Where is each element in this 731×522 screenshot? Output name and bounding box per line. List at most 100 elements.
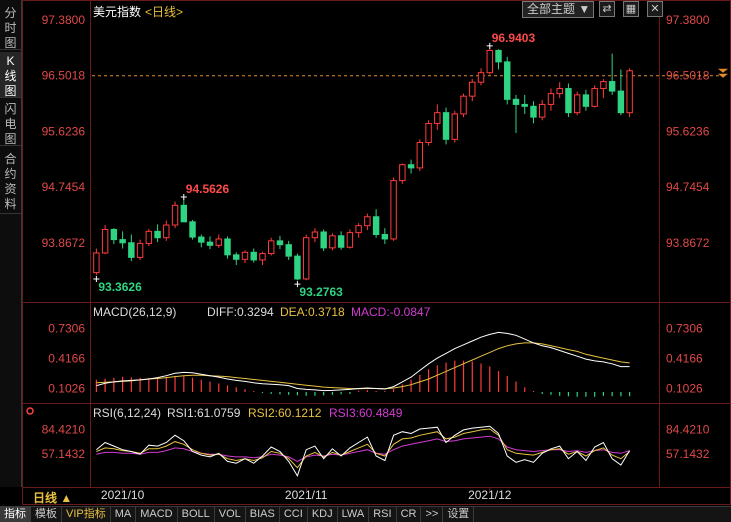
chart-canvas: 97.3800 96.5018 95.6236 94.7454 93.8672 97.3… [22, 0, 731, 505]
candle-up [364, 216, 371, 227]
left-tab-bar: 分时图 K线图 闪电图 合约资料 [0, 0, 22, 487]
candle-up [311, 231, 319, 239]
candle-up [425, 122, 432, 143]
rsi2-value: RSI2:60.1212 [248, 406, 322, 420]
candle-up [547, 93, 555, 105]
candle-down [233, 254, 240, 260]
candle-up [538, 103, 546, 118]
candle-down [180, 204, 188, 223]
extreme-value-label: 93.3626 [98, 280, 142, 294]
rsi1-value: RSI1:61.0759 [167, 406, 241, 420]
macd-axis-label: 0.1026 [48, 381, 85, 395]
x-axis-label: 2021/12 [468, 488, 512, 502]
candle-up [241, 251, 249, 260]
tab-cr[interactable]: CR [397, 507, 422, 522]
candle-down [128, 242, 135, 258]
candle-down [608, 81, 616, 92]
candle-up [390, 180, 397, 240]
candle-down [495, 49, 502, 63]
price-axis-label-right: 94.7454 [666, 180, 710, 194]
tab-contract-info[interactable]: 合约资料 [0, 150, 21, 214]
candle-up [477, 72, 485, 83]
candle-down [276, 240, 284, 246]
x-axis-label: 2021/11 [285, 488, 328, 502]
macd-axis-label: 0.7306 [48, 322, 85, 336]
price-axis-label: 96.5018 [42, 69, 86, 83]
candle-up [93, 252, 100, 274]
candle-up [145, 230, 153, 244]
tab-template[interactable]: 模板 [31, 507, 62, 522]
candle-up [171, 204, 179, 226]
macd-value: MACD:-0.0847 [351, 305, 431, 319]
extreme-value-label: 94.5626 [186, 182, 230, 196]
candle-up [259, 253, 266, 261]
rsi-axis-label: 84.4210 [42, 423, 86, 437]
close-icon[interactable]: ✕ [647, 1, 663, 17]
instrument-name: 美元指数 [93, 5, 142, 19]
indicator-settings-icon[interactable] [26, 407, 34, 415]
tab-indicator[interactable]: 指标 [0, 507, 31, 522]
tab-macd[interactable]: MACD [136, 507, 178, 522]
price-axis-label: 93.8672 [42, 236, 86, 250]
macd-axis-label-right: 0.4166 [666, 351, 703, 365]
collapse-arrows-icon [718, 68, 728, 78]
candle-down [565, 88, 572, 114]
candle-up [591, 88, 598, 107]
candle-down [119, 239, 126, 244]
tab-kdj[interactable]: KDJ [308, 507, 338, 522]
layout-icon[interactable]: ▦ [623, 1, 639, 17]
candle-down [617, 90, 625, 114]
tab-boll[interactable]: BOLL [178, 507, 215, 522]
theme-select[interactable]: 全部主题 ▼ [522, 1, 594, 18]
tab-rsi[interactable]: RSI [369, 507, 397, 522]
tab-cci[interactable]: CCI [280, 507, 308, 522]
current-price-marker[interactable] [718, 68, 728, 78]
candle-down [372, 216, 380, 236]
candle-up [346, 232, 354, 248]
candle-up [469, 81, 476, 97]
candle-down [407, 164, 415, 169]
period-label: <日线> [145, 5, 184, 19]
candle-down [206, 241, 214, 246]
candle-down [154, 230, 161, 239]
macd-axis-label: 0.4166 [48, 351, 85, 365]
price-axis-label: 95.6236 [42, 124, 86, 138]
tab-vip-indicator[interactable]: VIP指标 [62, 507, 111, 522]
settings-button[interactable]: 设置 [443, 507, 475, 522]
tab-flash[interactable]: 闪电图 [0, 100, 21, 146]
candle-up [573, 94, 581, 114]
macd-axis-label-right: 0.1026 [666, 381, 703, 395]
tab-bias[interactable]: BIAS [246, 507, 280, 522]
price-axis-label-right: 97.3800 [666, 13, 710, 27]
sync-icon[interactable]: ⇄ [599, 1, 615, 17]
price-axis-label-right: 93.8672 [666, 236, 710, 250]
period-indicator[interactable]: 日线 ▲ [33, 489, 72, 506]
candle-down [504, 61, 511, 100]
price-axis-label: 97.3800 [42, 13, 86, 27]
macd-axis-label-right: 0.7306 [666, 322, 703, 336]
candle-up [434, 112, 441, 124]
macd-dea: DEA:0.3718 [280, 305, 345, 319]
candle-up [302, 237, 310, 280]
candle-up [416, 141, 424, 169]
candle-up [626, 70, 633, 114]
extreme-value-label: 96.9403 [492, 31, 536, 45]
candle-down [189, 221, 196, 238]
rsi-axis-label-right: 84.4210 [666, 423, 710, 437]
tab-ma[interactable]: MA [111, 507, 137, 522]
tab-intraday[interactable]: 分时图 [0, 4, 21, 50]
candle-down [530, 105, 537, 118]
candle-down [442, 112, 450, 140]
candle-up [556, 88, 563, 95]
rsi-title: RSI(6,12,24) [93, 406, 161, 420]
candle-up [399, 164, 406, 182]
candle-up [267, 240, 275, 255]
tab-lwa[interactable]: LWA [338, 507, 370, 522]
tab-vol[interactable]: VOL [215, 507, 246, 522]
candle-down [294, 255, 301, 280]
tab-kline[interactable]: K线图 [0, 52, 21, 98]
more-tabs-button[interactable]: >> [421, 507, 444, 522]
candle-up [451, 113, 459, 140]
candle-down [582, 94, 590, 107]
price-axis-label: 94.7454 [42, 180, 86, 194]
